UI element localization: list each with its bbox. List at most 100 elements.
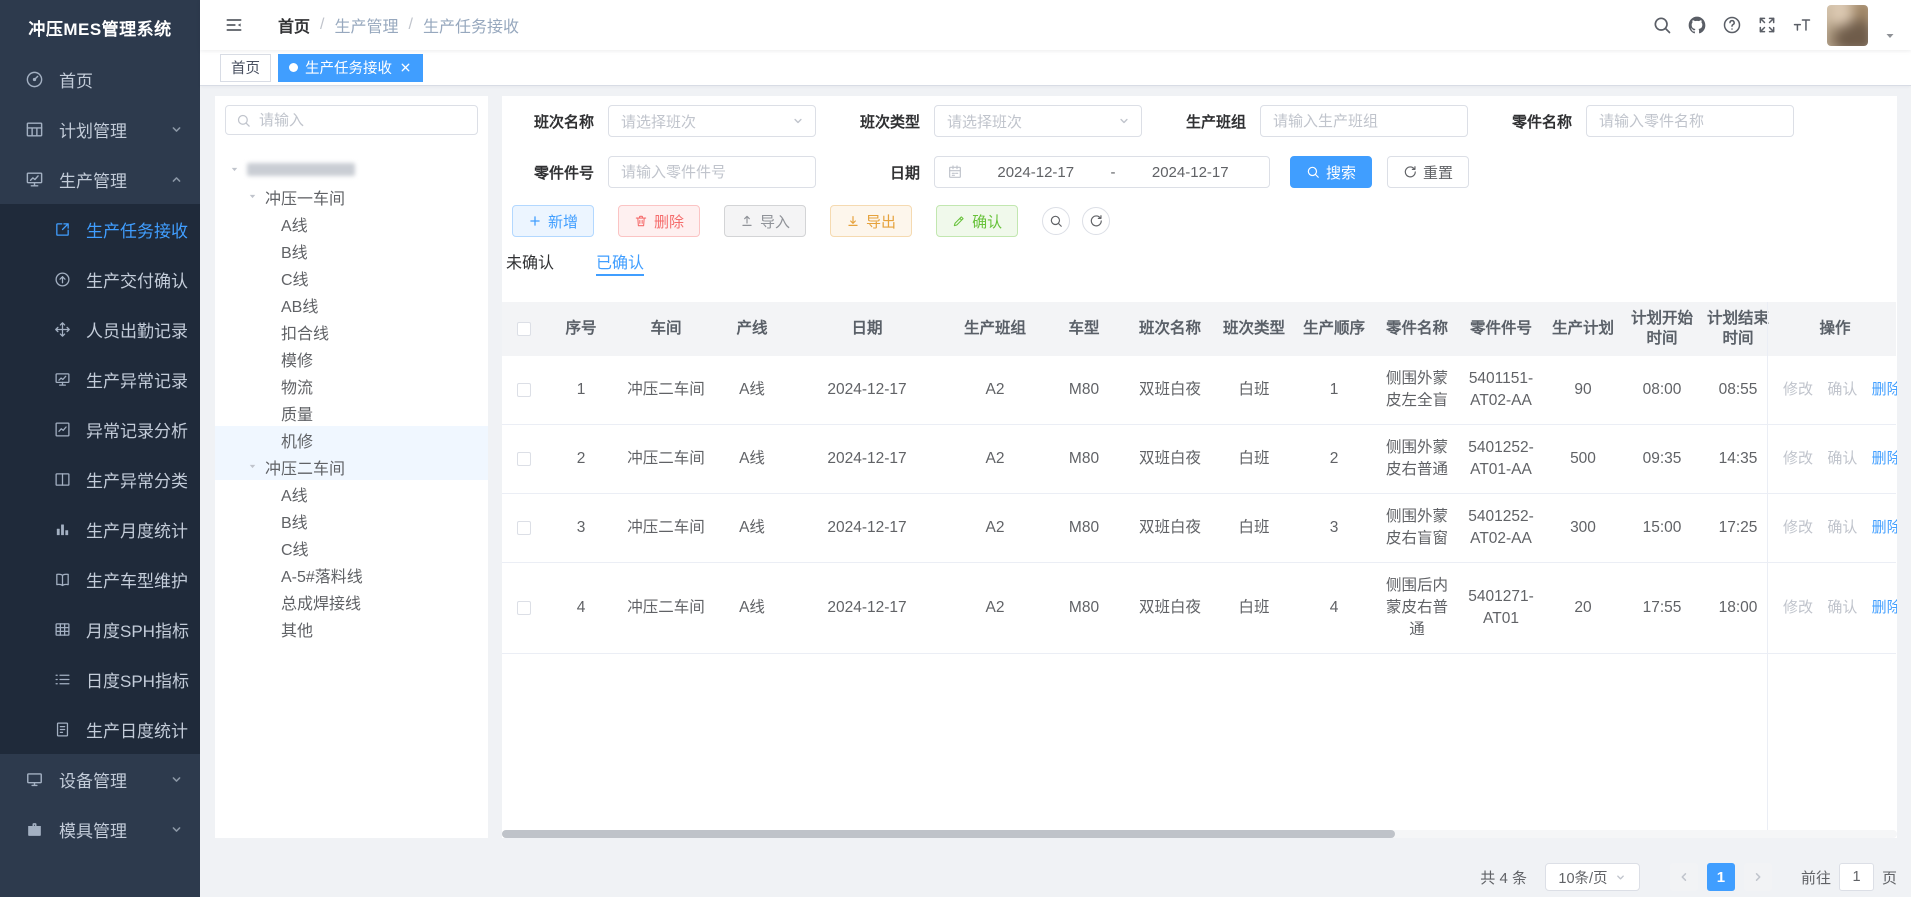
tree-search-input[interactable] xyxy=(259,112,467,129)
tree-node[interactable]: 质量 xyxy=(215,399,488,426)
sidebar-subitem[interactable]: 日度SPH指标 xyxy=(0,654,200,704)
row-edit-link[interactable]: 修改 xyxy=(1783,519,1813,536)
help-icon[interactable] xyxy=(1722,15,1742,35)
row-checkbox[interactable] xyxy=(517,601,531,615)
table-row[interactable]: 2 冲压二车间 A线 2024-12-17 A2 M80 双班白夜 白班 2 xyxy=(502,425,1896,494)
reset-button[interactable]: 重置 xyxy=(1387,156,1469,188)
font-size-icon[interactable] xyxy=(1792,15,1812,35)
next-page-button[interactable] xyxy=(1744,863,1772,891)
tree-node[interactable]: 扣合线 xyxy=(215,318,488,345)
tag-close-icon[interactable] xyxy=(399,61,412,74)
sidebar-collapse-icon[interactable] xyxy=(224,15,244,35)
tree-node[interactable]: 物流 xyxy=(215,372,488,399)
part-name-input[interactable] xyxy=(1599,113,1781,130)
caret-down-icon[interactable] xyxy=(247,461,258,472)
table-search-button[interactable] xyxy=(1042,207,1070,235)
team-input[interactable] xyxy=(1273,113,1455,130)
import-button[interactable]: 导入 xyxy=(724,205,806,237)
sidebar-subitem[interactable]: 生产车型维护 xyxy=(0,554,200,604)
task-panel: 班次名称 请选择班次 班次类型 请选择班次 xyxy=(502,96,1897,838)
row-edit-link[interactable]: 修改 xyxy=(1783,450,1813,467)
part-no-input[interactable] xyxy=(621,164,803,181)
shift-type-select[interactable]: 请选择班次 xyxy=(934,105,1142,137)
tree-node[interactable]: 总成焊接线 xyxy=(215,588,488,615)
table-row[interactable]: 4 冲压二车间 A线 2024-12-17 A2 M80 双班白夜 白班 4 xyxy=(502,563,1896,654)
row-edit-link[interactable]: 修改 xyxy=(1783,599,1813,616)
row-delete-link[interactable]: 删除 xyxy=(1872,519,1897,536)
page-number-1[interactable]: 1 xyxy=(1707,863,1735,891)
row-delete-link[interactable]: 删除 xyxy=(1872,599,1897,616)
row-confirm-link[interactable]: 确认 xyxy=(1827,381,1857,398)
sidebar-subitem[interactable]: 月度SPH指标 xyxy=(0,604,200,654)
table-row[interactable]: 3 冲压二车间 A线 2024-12-17 A2 M80 双班白夜 白班 3 xyxy=(502,494,1896,563)
tree-node[interactable]: C线 xyxy=(215,264,488,291)
tab-unconfirmed[interactable]: 未确认 xyxy=(506,249,554,276)
tree-node[interactable]: B线 xyxy=(215,507,488,534)
tree-node[interactable]: 冲压二车间 xyxy=(215,453,488,480)
sidebar-item[interactable]: 模具管理 xyxy=(0,804,200,854)
delete-button[interactable]: 删除 xyxy=(618,205,700,237)
fullscreen-icon[interactable] xyxy=(1757,15,1777,35)
prev-page-button[interactable] xyxy=(1670,863,1698,891)
tree-node[interactable]: A线 xyxy=(215,480,488,507)
sidebar-subitem[interactable]: 生产异常记录 xyxy=(0,354,200,404)
add-button[interactable]: 新增 xyxy=(512,205,594,237)
tab-confirmed[interactable]: 已确认 xyxy=(596,249,644,276)
sidebar-subitem[interactable]: 异常记录分析 xyxy=(0,404,200,454)
sidebar-item[interactable]: 计划管理 xyxy=(0,104,200,154)
tree-node[interactable]: 模修 xyxy=(215,345,488,372)
tree-node[interactable]: AB线 xyxy=(215,291,488,318)
sidebar-subitem[interactable]: 生产月度统计 xyxy=(0,504,200,554)
cell-workshop: 冲压二车间 xyxy=(616,494,716,563)
date-range-picker[interactable]: 2024-12-17 - 2024-12-17 xyxy=(934,156,1270,188)
page-size-select[interactable]: 10条/页 xyxy=(1545,863,1640,891)
tree-node[interactable]: 冲压一车间 xyxy=(215,183,488,210)
shift-name-select[interactable]: 请选择班次 xyxy=(608,105,816,137)
table-refresh-button[interactable] xyxy=(1082,207,1110,235)
tree-node[interactable]: C线 xyxy=(215,534,488,561)
tag-active[interactable]: 生产任务接收 xyxy=(278,54,423,82)
github-icon[interactable] xyxy=(1687,15,1707,35)
tree-node[interactable]: 机修 xyxy=(215,426,488,453)
tree-node[interactable]: A-5#落料线 xyxy=(215,561,488,588)
goto-page-input[interactable] xyxy=(1839,863,1874,891)
sidebar-subitem[interactable]: 生产异常分类 xyxy=(0,454,200,504)
tree-node[interactable]: A线 xyxy=(215,210,488,237)
breadcrumb-home[interactable]: 首页 xyxy=(278,13,310,37)
sidebar-subitem[interactable]: 人员出勤记录 xyxy=(0,304,200,354)
row-checkbox[interactable] xyxy=(517,452,531,466)
row-confirm-link[interactable]: 确认 xyxy=(1827,599,1857,616)
sidebar-item[interactable]: 首页 xyxy=(0,54,200,104)
select-all-checkbox[interactable] xyxy=(517,322,531,336)
tree-node[interactable]: 其他 xyxy=(215,615,488,642)
date-end-value[interactable]: 2024-12-17 xyxy=(1124,164,1258,181)
caret-down-icon[interactable] xyxy=(247,191,258,202)
sidebar-subitem[interactable]: 生产日度统计 xyxy=(0,704,200,754)
tree-node[interactable]: B线 xyxy=(215,237,488,264)
table-row[interactable]: 1 冲压二车间 A线 2024-12-17 A2 M80 双班白夜 白班 1 xyxy=(502,356,1896,425)
tag-home[interactable]: 首页 xyxy=(220,54,271,82)
row-checkbox[interactable] xyxy=(517,521,531,535)
row-confirm-link[interactable]: 确认 xyxy=(1827,450,1857,467)
sidebar-item[interactable]: 设备管理 xyxy=(0,754,200,804)
confirm-button[interactable]: 确认 xyxy=(936,205,1018,237)
cell-shift-name: 双班白夜 xyxy=(1124,356,1216,425)
sidebar-subitem[interactable]: 生产任务接收 xyxy=(0,204,200,254)
row-delete-link[interactable]: 删除 xyxy=(1872,381,1897,398)
tree-node[interactable] xyxy=(215,156,488,183)
row-edit-link[interactable]: 修改 xyxy=(1783,381,1813,398)
breadcrumb-production[interactable]: 生产管理 xyxy=(334,13,398,37)
sidebar-subitem[interactable]: 生产交付确认 xyxy=(0,254,200,304)
search-icon[interactable] xyxy=(1652,15,1672,35)
search-button[interactable]: 搜索 xyxy=(1290,156,1372,188)
avatar[interactable] xyxy=(1827,5,1868,46)
caret-down-icon[interactable] xyxy=(229,164,240,175)
horizontal-scrollbar-thumb[interactable] xyxy=(502,830,1395,838)
user-menu-caret-icon[interactable] xyxy=(1883,29,1897,43)
sidebar-item[interactable]: 生产管理 xyxy=(0,154,200,204)
row-confirm-link[interactable]: 确认 xyxy=(1827,519,1857,536)
export-button[interactable]: 导出 xyxy=(830,205,912,237)
date-start-value[interactable]: 2024-12-17 xyxy=(969,164,1103,181)
row-delete-link[interactable]: 删除 xyxy=(1872,450,1897,467)
row-checkbox[interactable] xyxy=(517,383,531,397)
